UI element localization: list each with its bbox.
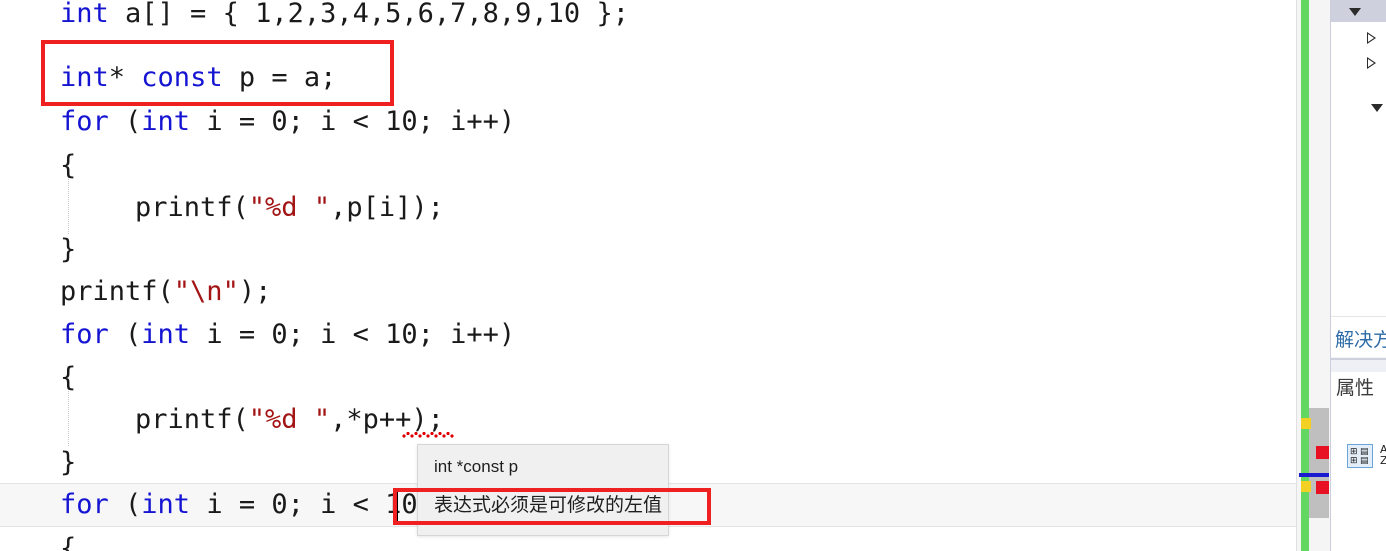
code-line[interactable]: int* const p = a;	[60, 56, 336, 100]
properties-header	[1331, 360, 1386, 372]
tree-row-project[interactable]	[1331, 27, 1386, 48]
code-token-pun: printf(	[135, 404, 249, 435]
solution-node-label	[1367, 4, 1370, 18]
code-line[interactable]: {	[60, 144, 76, 188]
text-caret	[396, 489, 398, 523]
editor-scrollbar[interactable]	[1296, 0, 1330, 551]
code-line[interactable]: int a[] = { 1,2,3,4,5,6,7,8,9,10 };	[60, 0, 629, 36]
code-token-pun: );	[238, 276, 272, 307]
code-token-pun: printf(	[60, 276, 174, 307]
warning-marker[interactable]	[1301, 481, 1311, 492]
code-token-kw: for	[60, 489, 109, 520]
code-token-pun: p = a;	[222, 62, 337, 93]
properties-title: 属性	[1336, 377, 1375, 399]
code-token-kw: for	[60, 319, 109, 350]
code-token-kw: int	[141, 106, 191, 137]
code-token-pun: {	[60, 533, 77, 551]
code-line[interactable]: for (int i = 0; i < 10; i++)	[60, 100, 515, 144]
code-line[interactable]: {	[60, 356, 76, 400]
code-token-kw: const	[141, 62, 223, 93]
code-token-kw: for	[60, 106, 109, 137]
solution-explorer-panel[interactable]: 解决方	[1331, 0, 1386, 357]
code-token-pun: ,*p++);	[330, 404, 444, 435]
tooltip-error-message: 表达式必须是可修改的左值	[434, 495, 663, 516]
solution-explorer-tabstrip[interactable]: 解决方	[1331, 316, 1386, 357]
properties-toolbar[interactable]: ⊞ ⊞ ▤ ▤ A Z ↓	[1331, 438, 1386, 474]
code-token-kw: int	[141, 319, 191, 350]
code-editor[interactable]: int a[] = { 1,2,3,4,5,6,7,8,9,10 }; int* …	[0, 0, 1296, 551]
code-token-pun: }	[60, 234, 77, 265]
quick-info-tooltip: int *const p 表达式必须是可修改的左值	[417, 444, 669, 536]
code-line[interactable]: printf("%d ",p[i]);	[135, 186, 444, 230]
code-token-kw: int	[60, 62, 109, 93]
code-token-pun: }	[60, 447, 77, 478]
code-line[interactable]: printf("%d ",*p++);	[135, 398, 444, 442]
tree-row-source-files[interactable]	[1331, 98, 1386, 119]
tree-row-solution[interactable]	[1331, 2, 1386, 23]
right-tool-windows: 解决方 属性 ⊞ ⊞ ▤ ▤ A Z ↓	[1330, 0, 1386, 551]
change-tracking-track	[1301, 0, 1309, 551]
code-token-pun: a[] = { 1,2,3,4,5,6,7,8,9,10 };	[108, 0, 629, 29]
warning-marker[interactable]	[1301, 418, 1311, 429]
code-token-pun: (	[108, 106, 142, 137]
code-token-pun: (	[108, 319, 142, 350]
code-token-pun: i = 0; i < 10; i++)	[190, 106, 516, 137]
visual-studio-window: int a[] = { 1,2,3,4,5,6,7,8,9,10 }; int* …	[0, 0, 1386, 551]
properties-panel[interactable]: 属性 ⊞ ⊞ ▤ ▤ A Z ↓	[1331, 358, 1386, 551]
code-line[interactable]: }	[60, 228, 76, 272]
chevron-right-icon[interactable]	[1367, 57, 1376, 69]
code-token-kw: int	[60, 0, 109, 29]
code-line[interactable]: }	[60, 441, 76, 485]
code-token-pun: ,p[i]);	[330, 192, 444, 223]
tooltip-signature: int *const p	[434, 457, 519, 476]
chevron-down-icon[interactable]	[1371, 104, 1383, 112]
tab-solution-explorer[interactable]: 解决方	[1335, 325, 1386, 352]
caret-position-marker	[1299, 473, 1329, 477]
code-token-pun: (	[108, 489, 142, 520]
code-token-str: "%d "	[248, 404, 331, 435]
code-token-kw: int	[141, 489, 191, 520]
scrollbar-thumb[interactable]	[1309, 408, 1329, 518]
code-token-pun: *	[108, 62, 142, 93]
alphabetical-sort-icon[interactable]: A Z ↓	[1377, 444, 1386, 468]
categorized-view-icon[interactable]: ⊞ ⊞ ▤ ▤	[1347, 444, 1373, 468]
code-line[interactable]: for (int i = 0; i < 10; i++)	[60, 313, 515, 357]
code-line[interactable]: {	[60, 527, 76, 551]
chevron-down-icon[interactable]	[1349, 8, 1361, 16]
code-token-str: "\n"	[173, 276, 239, 307]
code-token-pun: printf(	[135, 192, 249, 223]
code-token-pun: i = 0; i < 10; i++)	[190, 319, 516, 350]
code-token-pun: {	[60, 362, 77, 393]
error-squiggle	[402, 432, 454, 438]
tree-row-folder[interactable]	[1331, 52, 1386, 73]
chevron-right-icon[interactable]	[1367, 32, 1376, 44]
code-token-pun: {	[60, 150, 77, 181]
error-marker[interactable]	[1316, 446, 1329, 459]
code-line[interactable]: printf("\n");	[60, 270, 271, 314]
error-marker[interactable]	[1316, 481, 1329, 494]
code-token-str: "%d "	[248, 192, 331, 223]
